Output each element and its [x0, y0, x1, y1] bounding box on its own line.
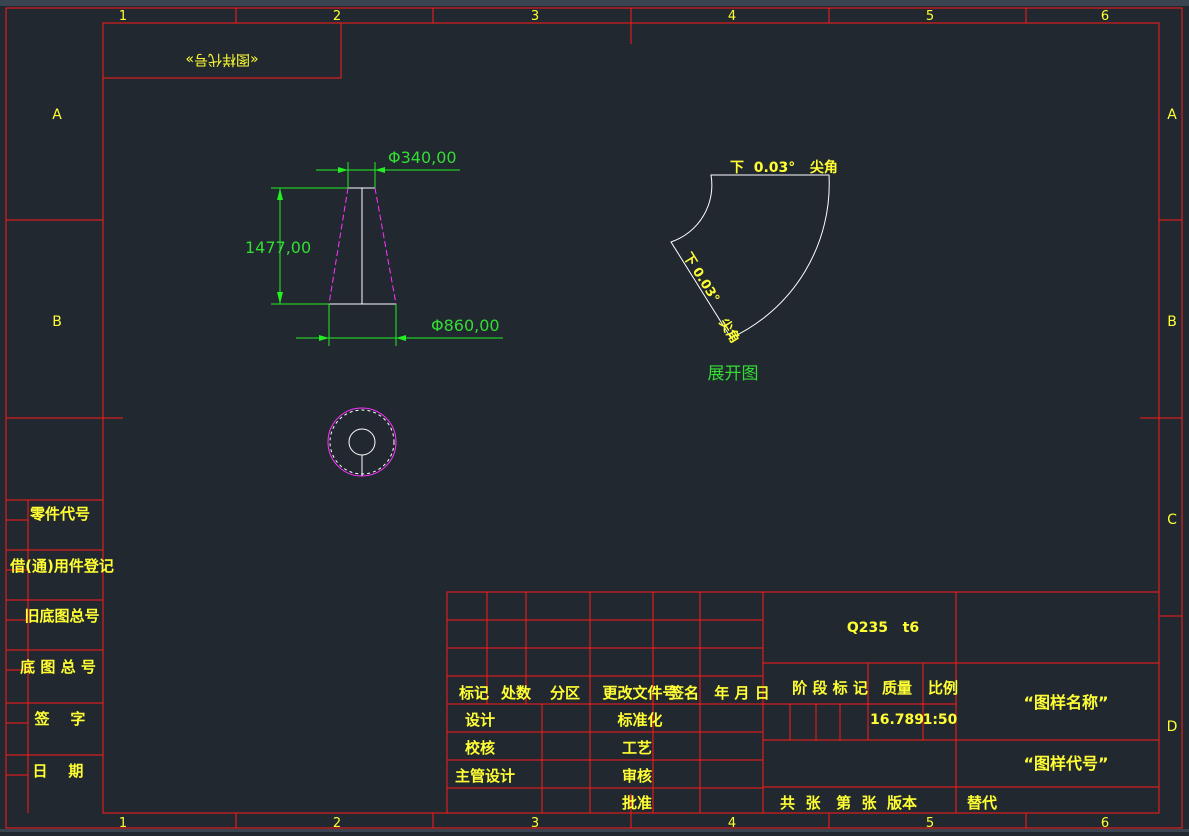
- viewport-top-bar: [0, 0, 1189, 6]
- development-pattern: 下 0.03° 尖角 下 0.03° 尖角 展开图: [670, 159, 838, 384]
- row-a-left: A: [52, 107, 62, 123]
- header-zone: 分区: [550, 684, 580, 702]
- cone-dimensions: Φ340,00 Φ860,00 1477,00: [245, 148, 503, 346]
- borrowed-parts-label: 借(通)用件登记: [9, 557, 114, 575]
- stage-mark-label: 阶 段 标 记: [792, 679, 868, 697]
- col-5-bottom: 5: [926, 816, 934, 831]
- drawing-code: “图样代号”: [1023, 754, 1108, 773]
- header-count: 处数: [500, 684, 532, 702]
- col-1-top: 1: [119, 9, 127, 24]
- mass-value: 16.789: [870, 712, 924, 728]
- col-1-bottom: 1: [119, 816, 127, 831]
- part-code-label: 零件代号: [29, 505, 90, 523]
- role-design: 设计: [465, 711, 495, 729]
- title-block: 标记 处数 分区 更改文件号 签名 年 月 日 设计 校核 主管设计 标准化 工…: [446, 591, 1160, 814]
- signature-label: 签 字: [34, 710, 86, 728]
- col-6-bottom: 6: [1101, 816, 1109, 831]
- base-drawing-label: 底 图 总 号: [20, 658, 96, 676]
- dev-top-label: 下 0.03° 尖角: [730, 159, 838, 176]
- role-process: 工艺: [622, 739, 652, 757]
- replace-label: 替代: [967, 794, 997, 812]
- row-c-right: C: [1167, 512, 1177, 528]
- dev-side-label: 下 0.03°: [680, 250, 722, 306]
- role-chief-design: 主管设计: [455, 767, 515, 785]
- date-label: 日 期: [33, 762, 84, 780]
- cone-front-view: [328, 187, 397, 305]
- scale-value: 1:50: [923, 712, 958, 728]
- row-a-right: A: [1167, 107, 1177, 123]
- role-check: 校核: [465, 739, 495, 757]
- col-3-bottom: 3: [531, 816, 539, 831]
- column-labels-top: 1 2 3 4 5 6: [119, 9, 1109, 24]
- col-4-top: 4: [728, 9, 736, 24]
- height-dim: 1477,00: [245, 238, 311, 257]
- top-diameter-dim: Φ340,00: [388, 148, 457, 167]
- zone-ticks: [6, 8, 1182, 828]
- material-spec: Q235 t6: [847, 620, 919, 636]
- bottom-diameter-dim: Φ860,00: [431, 316, 500, 335]
- col-3-top: 3: [531, 9, 539, 24]
- role-approve: 批准: [622, 794, 652, 812]
- header-date: 年 月 日: [714, 684, 769, 702]
- dev-caption: 展开图: [708, 364, 759, 384]
- header-mark: 标记: [458, 684, 489, 702]
- column-labels-bottom: 1 2 3 4 5 6: [119, 816, 1109, 831]
- col-5-top: 5: [926, 9, 934, 24]
- row-b-right: B: [1167, 314, 1177, 330]
- cone-top-view: [327, 407, 397, 477]
- row-b-left: B: [52, 314, 62, 330]
- mass-label: 质量: [882, 679, 912, 697]
- old-base-drawing-label: 旧底图总号: [24, 607, 99, 625]
- scale-label: 比例: [928, 679, 958, 697]
- role-standardization: 标准化: [616, 711, 662, 729]
- drawing-canvas[interactable]: 1 2 3 4 5 6 1 2 3 4 5 6 A B A B C D «图样代…: [0, 0, 1189, 832]
- header-sign: 签名: [668, 684, 699, 702]
- col-2-bottom: 2: [333, 816, 341, 831]
- row-labels-left: A B: [52, 107, 62, 330]
- col-6-top: 6: [1101, 9, 1109, 24]
- header-change-doc: 更改文件号: [602, 684, 677, 702]
- cad-drawing-sheet[interactable]: 1 2 3 4 5 6 1 2 3 4 5 6 A B A B C D «图样代…: [0, 0, 1189, 832]
- left-stamp-block: 零件代号 借(通)用件登记 旧底图总号 底 图 总 号 签 字 日 期: [6, 499, 114, 813]
- sheets-version: 共 张 第 张 版本: [780, 794, 917, 812]
- drawing-name: “图样名称”: [1023, 693, 1108, 712]
- col-4-bottom: 4: [728, 816, 736, 831]
- inverted-code-box: «图样代号»: [102, 22, 342, 79]
- role-review: 审核: [622, 767, 652, 785]
- row-d-right: D: [1167, 719, 1178, 735]
- row-labels-right: A B C D: [1167, 107, 1178, 735]
- inverted-code-label: «图样代号»: [185, 51, 258, 67]
- sheet-border: [5, 7, 1183, 829]
- col-2-top: 2: [333, 9, 341, 24]
